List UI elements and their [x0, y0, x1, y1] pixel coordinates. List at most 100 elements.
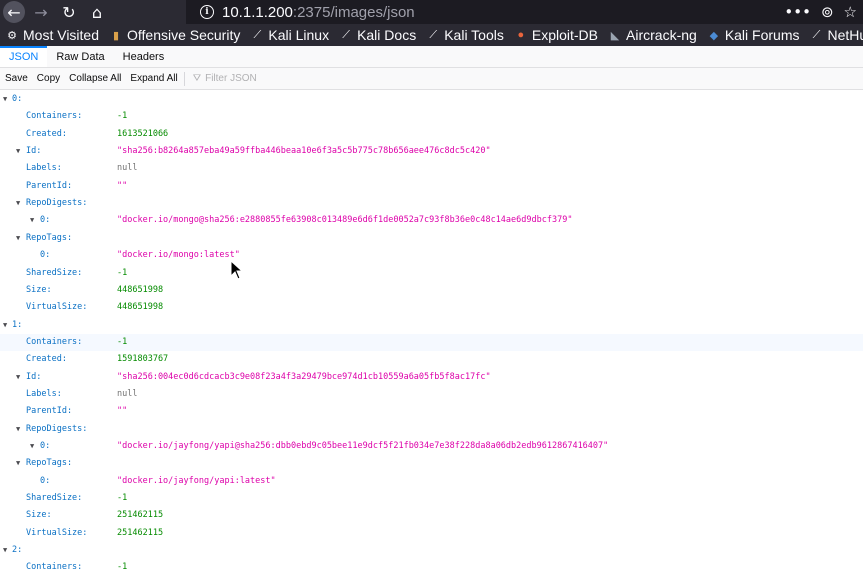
bookmark-kali-linux[interactable]: ⟋ Kali Linux: [251, 27, 330, 43]
json-key: Id:: [26, 146, 42, 156]
json-value: -1: [117, 268, 128, 278]
expand-toggle-icon[interactable]: ▼: [16, 457, 20, 469]
tab-headers[interactable]: Headers: [114, 46, 174, 67]
json-key: RepoTags:: [26, 458, 73, 468]
json-tree-row: VirtualSize: 448651998: [0, 299, 863, 316]
json-value: "docker.io/mongo:latest": [117, 250, 240, 260]
kali-dragon-icon: ⟋: [342, 28, 350, 41]
json-key: Id:: [26, 372, 42, 382]
json-tree-row[interactable]: ▼ 1:: [0, 317, 863, 334]
json-key: Size:: [26, 510, 52, 520]
url-path: :2375/images/json: [292, 3, 415, 21]
json-key: Created:: [26, 354, 67, 364]
expand-toggle-icon[interactable]: ▼: [30, 440, 34, 452]
filter-json-input[interactable]: ⛛ Filter JSON: [193, 73, 257, 84]
json-tree-row[interactable]: ▼ 0:: [0, 91, 863, 108]
json-value: 448651998: [117, 302, 164, 312]
bookmark-aircrack-ng[interactable]: ◣ Aircrack-ng: [609, 27, 697, 43]
expand-toggle-icon[interactable]: ▼: [3, 93, 7, 105]
json-key: Created:: [26, 129, 67, 139]
json-key: ParentId:: [26, 406, 73, 416]
json-key: 0:: [40, 476, 51, 486]
bookmark-label: NetHu: [827, 27, 863, 43]
filter-icon: ⛛: [192, 73, 202, 84]
json-key: SharedSize:: [26, 493, 83, 503]
json-value: "": [117, 406, 128, 416]
json-key: Labels:: [26, 389, 62, 399]
tab-raw-data[interactable]: Raw Data: [47, 46, 113, 67]
json-tree-row[interactable]: ▼ 2:: [0, 542, 863, 559]
json-key: VirtualSize:: [26, 302, 88, 312]
back-button[interactable]: ←: [3, 1, 25, 23]
json-tree-row: Containers: -1: [0, 559, 863, 576]
json-value: null: [117, 389, 138, 399]
bookmark-label: Offensive Security: [127, 27, 241, 43]
kali-forums-icon: ◆: [709, 29, 719, 42]
json-key: 0:: [40, 215, 51, 225]
json-tree-row[interactable]: ▼ Id: "sha256:004ec0d6cdcacb3c9e08f23a4f3a…: [0, 369, 863, 386]
tab-json[interactable]: JSON: [0, 46, 48, 67]
json-key: 0:: [12, 94, 23, 104]
forward-button[interactable]: →: [30, 1, 52, 23]
json-tree-row: ParentId: "": [0, 178, 863, 195]
json-key: 0:: [40, 441, 51, 451]
bookmark-nethu[interactable]: ⟋ NetHu: [811, 27, 863, 43]
home-button[interactable]: ⌂: [86, 1, 108, 23]
json-tree-row[interactable]: ▼ RepoTags:: [0, 455, 863, 472]
offsec-icon: ▮: [112, 29, 120, 42]
info-icon[interactable]: i: [200, 5, 214, 19]
expand-toggle-icon[interactable]: ▼: [16, 145, 20, 157]
expand-toggle-icon[interactable]: ▼: [16, 371, 20, 383]
json-tree-row[interactable]: ▼ RepoDigests:: [0, 195, 863, 212]
expand-toggle-icon[interactable]: ▼: [30, 214, 34, 226]
json-value: 1613521066: [117, 129, 169, 139]
mouse-cursor-icon: [230, 260, 244, 280]
arrow-right-icon: →: [34, 2, 48, 22]
bookmark-offensive-security[interactable]: ▮ Offensive Security: [110, 27, 240, 43]
filter-placeholder: Filter JSON: [205, 73, 257, 84]
json-key: 2:: [12, 545, 23, 555]
json-key: Containers:: [26, 111, 83, 121]
bookmark-kali-forums[interactable]: ◆ Kali Forums: [708, 27, 800, 43]
json-value: "": [117, 181, 128, 191]
bookmark-most-visited[interactable]: ⚙ Most Visited: [6, 27, 99, 43]
json-viewer-tabs: JSON Raw Data Headers: [0, 46, 863, 68]
json-toolbar: Save Copy Collapse All Expand All ⛛ Filt…: [0, 68, 863, 90]
json-key: Containers:: [26, 562, 83, 572]
collapse-all-button[interactable]: Collapse All: [65, 71, 125, 87]
json-tree-row[interactable]: ▼ RepoDigests:: [0, 421, 863, 438]
save-button[interactable]: Save: [1, 71, 32, 87]
copy-button[interactable]: Copy: [33, 71, 64, 87]
json-tree-row[interactable]: ▼ RepoTags:: [0, 230, 863, 247]
json-tree-row[interactable]: ▼ 0: "docker.io/mongo@sha256:e2880855fe639…: [0, 212, 863, 229]
reload-button[interactable]: ↻: [58, 1, 80, 23]
url-field[interactable]: i 10.1.1.200:2375/images/json: [186, 0, 863, 24]
bookmark-kali-docs[interactable]: ⟋ Kali Docs: [340, 27, 416, 43]
json-tree-row: Containers: -1: [0, 334, 863, 351]
gear-icon: ⚙: [7, 29, 17, 42]
bookmark-star-icon[interactable]: ☆: [844, 3, 857, 21]
nethunter-icon: ⟋: [812, 28, 821, 41]
expand-toggle-icon[interactable]: ▼: [16, 423, 20, 435]
json-tree-row[interactable]: ▼ 0: "docker.io/jayfong/yapi@sha256:dbb0eb…: [0, 438, 863, 455]
json-tree-row: 0: "docker.io/mongo:latest": [0, 247, 863, 264]
expand-toggle-icon[interactable]: ▼: [3, 319, 7, 331]
bookmark-exploit-db[interactable]: ● Exploit-DB: [515, 27, 598, 43]
expand-toggle-icon[interactable]: ▼: [3, 544, 7, 556]
url-text[interactable]: 10.1.1.200:2375/images/json: [222, 4, 415, 21]
json-value: 251462115: [117, 528, 164, 538]
bookmarks-toolbar: ⚙ Most Visited ▮ Offensive Security ⟋ Kali Li…: [0, 24, 863, 46]
kali-dragon-icon: ⟋: [253, 28, 262, 41]
json-tree-row: Created: 1613521066: [0, 126, 863, 143]
json-tree-row[interactable]: ▼ Id: "sha256:b8264a857eba49a59ffba446beaa…: [0, 143, 863, 160]
bookmark-kali-tools[interactable]: ⟋ Kali Tools: [427, 27, 504, 43]
pocket-icon[interactable]: ⊚: [821, 3, 834, 21]
bookmark-label: Kali Forums: [724, 27, 800, 43]
kali-dragon-icon: ⟋: [429, 28, 438, 41]
page-actions-icon[interactable]: •••: [784, 3, 811, 21]
expand-toggle-icon[interactable]: ▼: [16, 197, 20, 209]
expand-all-button[interactable]: Expand All: [126, 71, 181, 87]
expand-toggle-icon[interactable]: ▼: [16, 232, 20, 244]
bookmark-label: Kali Linux: [268, 27, 330, 43]
json-value: -1: [117, 493, 128, 503]
